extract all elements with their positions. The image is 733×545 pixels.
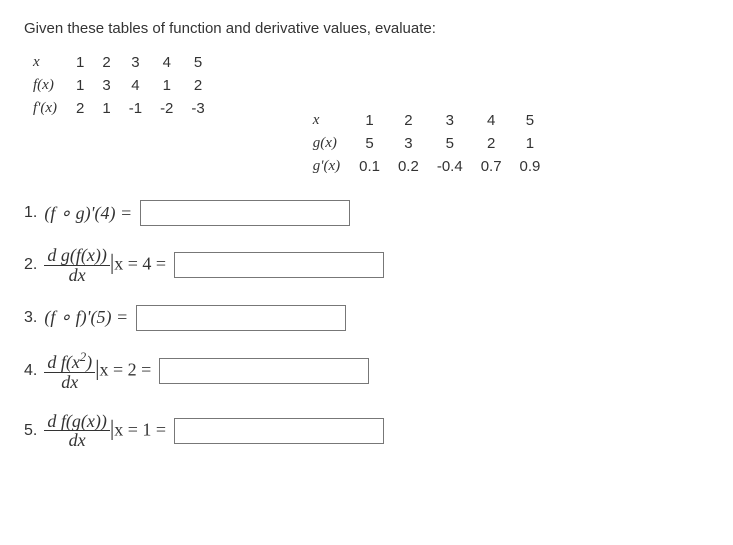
fraction-denominator: dx (66, 266, 89, 285)
table-cell: 1 (350, 109, 389, 132)
problem-prompt: Given these tables of function and deriv… (24, 20, 709, 37)
table-row: f'(x) 2 1 -1 -2 -3 (24, 97, 214, 120)
table-cell: -3 (182, 97, 213, 120)
question-5: 5. d f(g(x)) dx |x = 1 = (24, 412, 709, 451)
table-cell: -1 (120, 97, 151, 120)
answer-input-2[interactable] (174, 252, 384, 278)
eval-text: x = 4 = (114, 254, 166, 274)
table-label: x (24, 51, 67, 74)
table-cell: 2 (389, 109, 428, 132)
table-cell: 0.2 (389, 155, 428, 178)
table-row: x 1 2 3 4 5 (24, 51, 214, 74)
tables-container: x 1 2 3 4 5 f(x) 1 3 4 1 2 f'(x) 2 1 -1 … (24, 51, 709, 178)
table-row: f(x) 1 3 4 1 2 (24, 74, 214, 97)
answer-input-5[interactable] (174, 418, 384, 444)
eval-text: x = 1 = (114, 419, 166, 439)
table-cell: 0.9 (511, 155, 550, 178)
table-row: g'(x) 0.1 0.2 -0.4 0.7 0.9 (304, 155, 550, 178)
table-cell: 0.1 (350, 155, 389, 178)
table-cell: 1 (511, 132, 550, 155)
table-cell: 1 (67, 51, 93, 74)
answer-input-4[interactable] (159, 358, 369, 384)
table-cell: 2 (67, 97, 93, 120)
question-number: 3. (24, 309, 37, 327)
table-cell: 2 (93, 51, 119, 74)
table-label: f'(x) (24, 97, 67, 120)
table-cell: 3 (428, 109, 472, 132)
question-expression: (f ∘ f)'(5) = (44, 307, 128, 328)
eval-text: x = 2 = (100, 359, 152, 379)
question-3: 3. (f ∘ f)'(5) = (24, 305, 709, 331)
question-4: 4. d f(x2) dx |x = 2 = (24, 351, 709, 392)
question-1: 1. (f ∘ g)'(4) = (24, 200, 709, 226)
table-cell: 2 (182, 74, 213, 97)
fraction-denominator: dx (58, 373, 81, 392)
table-label: g(x) (304, 132, 350, 155)
table-row: g(x) 5 3 5 2 1 (304, 132, 550, 155)
table-label: f(x) (24, 74, 67, 97)
table-cell: 5 (350, 132, 389, 155)
question-number: 4. (24, 362, 37, 380)
table-f: x 1 2 3 4 5 f(x) 1 3 4 1 2 f'(x) 2 1 -1 … (24, 51, 214, 120)
table-label: g'(x) (304, 155, 350, 178)
table-cell: 2 (472, 132, 511, 155)
table-g-wrap: x 1 2 3 4 5 g(x) 5 3 5 2 1 g'(x) 0.1 0.2… (304, 109, 550, 178)
questions-list: 1. (f ∘ g)'(4) = 2. d g(f(x)) dx |x = 4 … (24, 200, 709, 450)
table-cell: 5 (511, 109, 550, 132)
question-number: 5. (24, 422, 37, 440)
table-cell: 4 (472, 109, 511, 132)
question-expression: d f(x2) dx |x = 2 = (44, 351, 151, 392)
question-expression: d f(g(x)) dx |x = 1 = (44, 412, 166, 451)
answer-input-3[interactable] (136, 305, 346, 331)
table-cell: 1 (93, 97, 119, 120)
fraction-numerator: d f(g(x)) (44, 412, 109, 432)
table-cell: 4 (120, 74, 151, 97)
answer-input-1[interactable] (140, 200, 350, 226)
table-cell: 3 (389, 132, 428, 155)
table-cell: 5 (182, 51, 213, 74)
fraction-numerator: d g(f(x)) (44, 246, 109, 266)
question-number: 2. (24, 256, 37, 274)
table-cell: 0.7 (472, 155, 511, 178)
table-cell: 4 (151, 51, 182, 74)
table-cell: 3 (93, 74, 119, 97)
fraction-denominator: dx (66, 431, 89, 450)
table-cell: -0.4 (428, 155, 472, 178)
table-cell: 5 (428, 132, 472, 155)
question-2: 2. d g(f(x)) dx |x = 4 = (24, 246, 709, 285)
table-row: x 1 2 3 4 5 (304, 109, 550, 132)
question-expression: d g(f(x)) dx |x = 4 = (44, 246, 166, 285)
fraction-numerator: d f(x2) (44, 351, 95, 373)
table-g: x 1 2 3 4 5 g(x) 5 3 5 2 1 g'(x) 0.1 0.2… (304, 109, 550, 178)
table-cell: 1 (67, 74, 93, 97)
table-cell: -2 (151, 97, 182, 120)
table-cell: 1 (151, 74, 182, 97)
table-cell: 3 (120, 51, 151, 74)
question-expression: (f ∘ g)'(4) = (44, 203, 132, 224)
question-number: 1. (24, 204, 37, 222)
table-label: x (304, 109, 350, 132)
